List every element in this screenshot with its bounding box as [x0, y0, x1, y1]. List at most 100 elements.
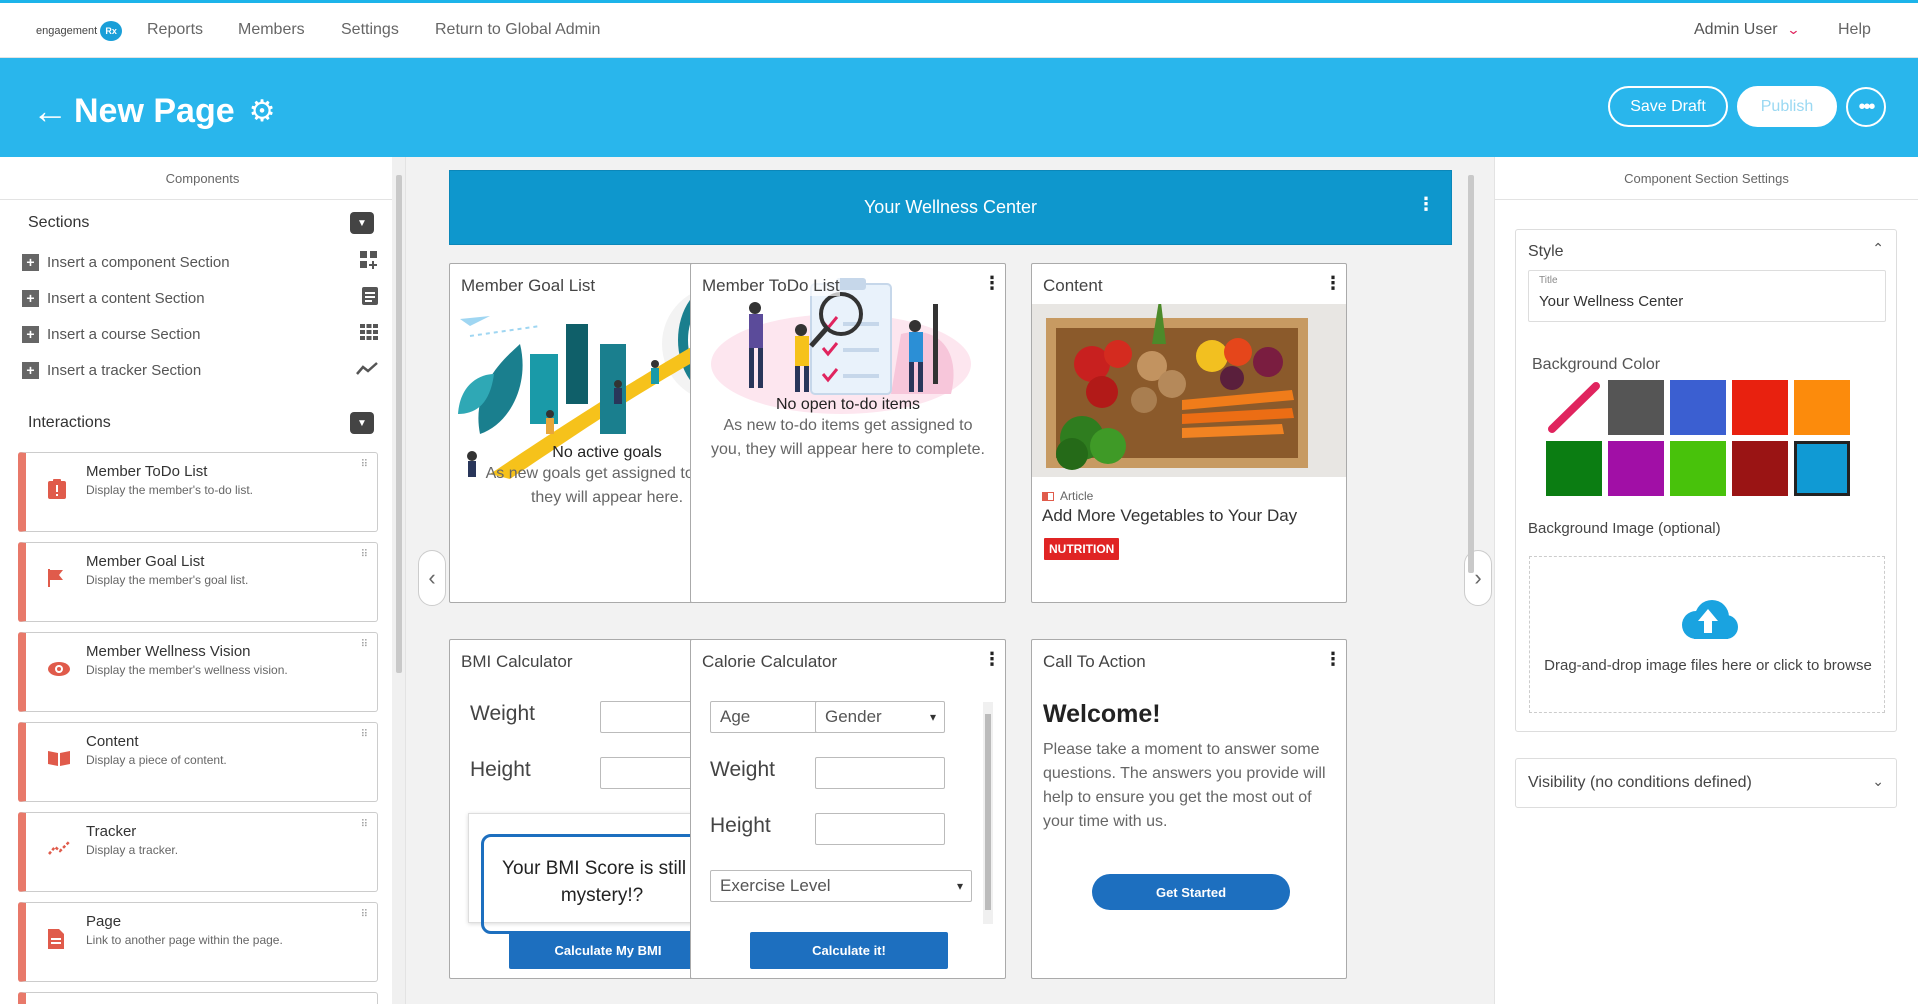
visibility-settings-box[interactable]: Visibility (no conditions defined) ⌄ — [1515, 758, 1897, 808]
exercise-level-select[interactable]: Exercise Level — [710, 870, 972, 902]
drag-handle-icon[interactable]: ⠿ — [361, 459, 369, 470]
drag-handle-icon[interactable]: ⠿ — [361, 549, 369, 560]
title-field[interactable]: Title Your Wellness Center — [1528, 270, 1886, 322]
color-swatch[interactable] — [1670, 380, 1726, 435]
chevron-down-icon[interactable]: ⌄ — [1872, 773, 1884, 790]
gender-select[interactable]: Gender — [815, 701, 945, 733]
component-member-goal-list[interactable]: Member Goal List Display the member's go… — [18, 542, 378, 622]
tile-kebab-menu-icon[interactable]: ⋮ — [1324, 650, 1342, 668]
grid-plus-icon — [360, 250, 378, 274]
publish-button[interactable]: Publish — [1737, 86, 1837, 127]
insert-course-section[interactable]: + Insert a course Section — [22, 322, 378, 346]
gear-icon[interactable]: ⚙ — [249, 94, 276, 129]
article-icon — [1042, 492, 1054, 501]
document-icon — [362, 286, 378, 310]
weight-input[interactable] — [815, 757, 945, 789]
drag-handle-icon[interactable]: ⠿ — [361, 909, 369, 920]
back-arrow-icon[interactable]: ← — [32, 90, 68, 132]
interactions-collapse-button[interactable]: ▼ — [350, 412, 374, 434]
page-canvas: Your Wellness Center ⋮ ‹ › Member Goal L… — [406, 157, 1494, 1004]
content-type: Article — [1060, 489, 1094, 503]
trend-icon — [48, 839, 70, 862]
calculate-it-button[interactable]: Calculate it! — [750, 932, 948, 969]
visibility-label: Visibility (no conditions defined) — [1528, 774, 1752, 791]
color-swatch[interactable] — [1794, 441, 1850, 496]
tile-call-to-action[interactable]: Call To Action ⋮ Welcome! Please take a … — [1031, 639, 1347, 979]
page-title-group: ← New Page ⚙ — [32, 90, 276, 132]
components-panel: Components Sections ▼ + Insert a compone… — [0, 157, 406, 1004]
component-content[interactable]: Content Display a piece of content. ⠿ — [18, 722, 378, 802]
nav-help[interactable]: Help — [1838, 21, 1871, 39]
left-panel-scrollbar-thumb[interactable] — [396, 175, 402, 673]
sections-heading: Sections — [28, 214, 90, 231]
tile-member-todo-list[interactable]: Member ToDo List ⋮ No open to-do items A… — [690, 263, 1006, 603]
page-title: New Page — [74, 91, 235, 130]
tile-kebab-menu-icon[interactable]: ⋮ — [983, 274, 1001, 292]
weight-label: Weight — [470, 702, 535, 725]
color-swatch[interactable] — [1546, 441, 1602, 496]
nav-members[interactable]: Members — [238, 21, 305, 39]
grid-icon — [360, 323, 378, 345]
scroll-left-arrow[interactable]: ‹ — [418, 550, 446, 606]
user-name: Admin User — [1694, 21, 1778, 38]
color-swatch[interactable] — [1670, 441, 1726, 496]
component-next-partial — [18, 992, 378, 1004]
color-swatch[interactable] — [1608, 441, 1664, 496]
user-menu[interactable]: Admin User ⌄ — [1694, 21, 1801, 39]
tile-title: Calorie Calculator — [702, 652, 838, 671]
component-page[interactable]: Page Link to another page within the pag… — [18, 902, 378, 982]
tile-kebab-menu-icon[interactable]: ⋮ — [1324, 274, 1342, 292]
nav-settings[interactable]: Settings — [341, 21, 399, 39]
insert-component-section[interactable]: + Insert a component Section — [22, 250, 378, 274]
tile-calorie-calculator[interactable]: Calorie Calculator ⋮ Age Gender Weight H… — [690, 639, 1006, 979]
flag-icon — [48, 569, 64, 593]
chevron-up-icon[interactable]: ⌃ — [1872, 240, 1884, 257]
empty-state-title: No open to-do items — [775, 396, 921, 413]
book-icon — [48, 749, 70, 772]
canvas-scrollbar-thumb[interactable] — [1468, 175, 1474, 573]
more-options-button[interactable]: ••• — [1846, 87, 1886, 127]
color-swatch-none[interactable] — [1546, 380, 1602, 435]
save-draft-button[interactable]: Save Draft — [1608, 86, 1728, 127]
tile-content[interactable]: Content ⋮ Article Add More Vegetables to… — [1031, 263, 1347, 603]
plus-icon: + — [22, 325, 39, 343]
content-headline[interactable]: Add More Vegetables to Your Day — [1042, 506, 1297, 526]
chevron-down-icon: ⌄ — [1785, 22, 1801, 37]
calculate-bmi-button[interactable]: Calculate My BMI — [509, 932, 707, 969]
top-navigation: engagement Rx Reports Members Settings R… — [0, 0, 1918, 58]
image-upload-dropzone[interactable]: Drag-and-drop image files here or click … — [1529, 556, 1885, 713]
color-swatch[interactable] — [1732, 380, 1788, 435]
component-tracker[interactable]: Tracker Display a tracker. ⠿ — [18, 812, 378, 892]
upload-text: Drag-and-drop image files here or click … — [1544, 657, 1872, 674]
component-member-todo-list[interactable]: Member ToDo List Display the member's to… — [18, 452, 378, 532]
insert-content-section[interactable]: + Insert a content Section — [22, 286, 378, 310]
tile-kebab-menu-icon[interactable]: ⋮ — [983, 650, 1001, 668]
weight-label: Weight — [710, 758, 775, 781]
style-settings-box: Style ⌃ Title Your Wellness Center Backg… — [1515, 229, 1897, 732]
page-icon — [48, 929, 64, 955]
tile-title: Call To Action — [1043, 652, 1146, 671]
drag-handle-icon[interactable]: ⠿ — [361, 819, 369, 830]
settings-panel-title: Component Section Settings — [1495, 157, 1918, 200]
get-started-button[interactable]: Get Started — [1092, 874, 1290, 910]
caret-down-icon: ▼ — [357, 417, 367, 429]
color-swatch[interactable] — [1794, 380, 1850, 435]
nav-return-global-admin[interactable]: Return to Global Admin — [435, 21, 600, 39]
calorie-scrollbar[interactable] — [983, 702, 993, 924]
color-swatch[interactable] — [1608, 380, 1664, 435]
app-logo[interactable]: engagement Rx — [36, 21, 123, 41]
caret-down-icon: ▼ — [357, 217, 367, 229]
component-member-wellness-vision[interactable]: Member Wellness Vision Display the membe… — [18, 632, 378, 712]
drag-handle-icon[interactable]: ⠿ — [361, 729, 369, 740]
plus-icon: + — [22, 253, 39, 271]
height-input[interactable] — [815, 813, 945, 845]
drag-handle-icon[interactable]: ⠿ — [361, 639, 369, 650]
section-header-your-wellness-center[interactable]: Your Wellness Center ⋮ — [449, 170, 1452, 245]
tile-title: BMI Calculator — [461, 652, 573, 671]
nav-reports[interactable]: Reports — [147, 21, 203, 39]
insert-tracker-section[interactable]: + Insert a tracker Section — [22, 358, 378, 382]
age-input[interactable]: Age — [710, 701, 818, 733]
color-swatch[interactable] — [1732, 441, 1788, 496]
sections-collapse-button[interactable]: ▼ — [350, 212, 374, 234]
section-kebab-menu-icon[interactable]: ⋮ — [1417, 195, 1435, 213]
